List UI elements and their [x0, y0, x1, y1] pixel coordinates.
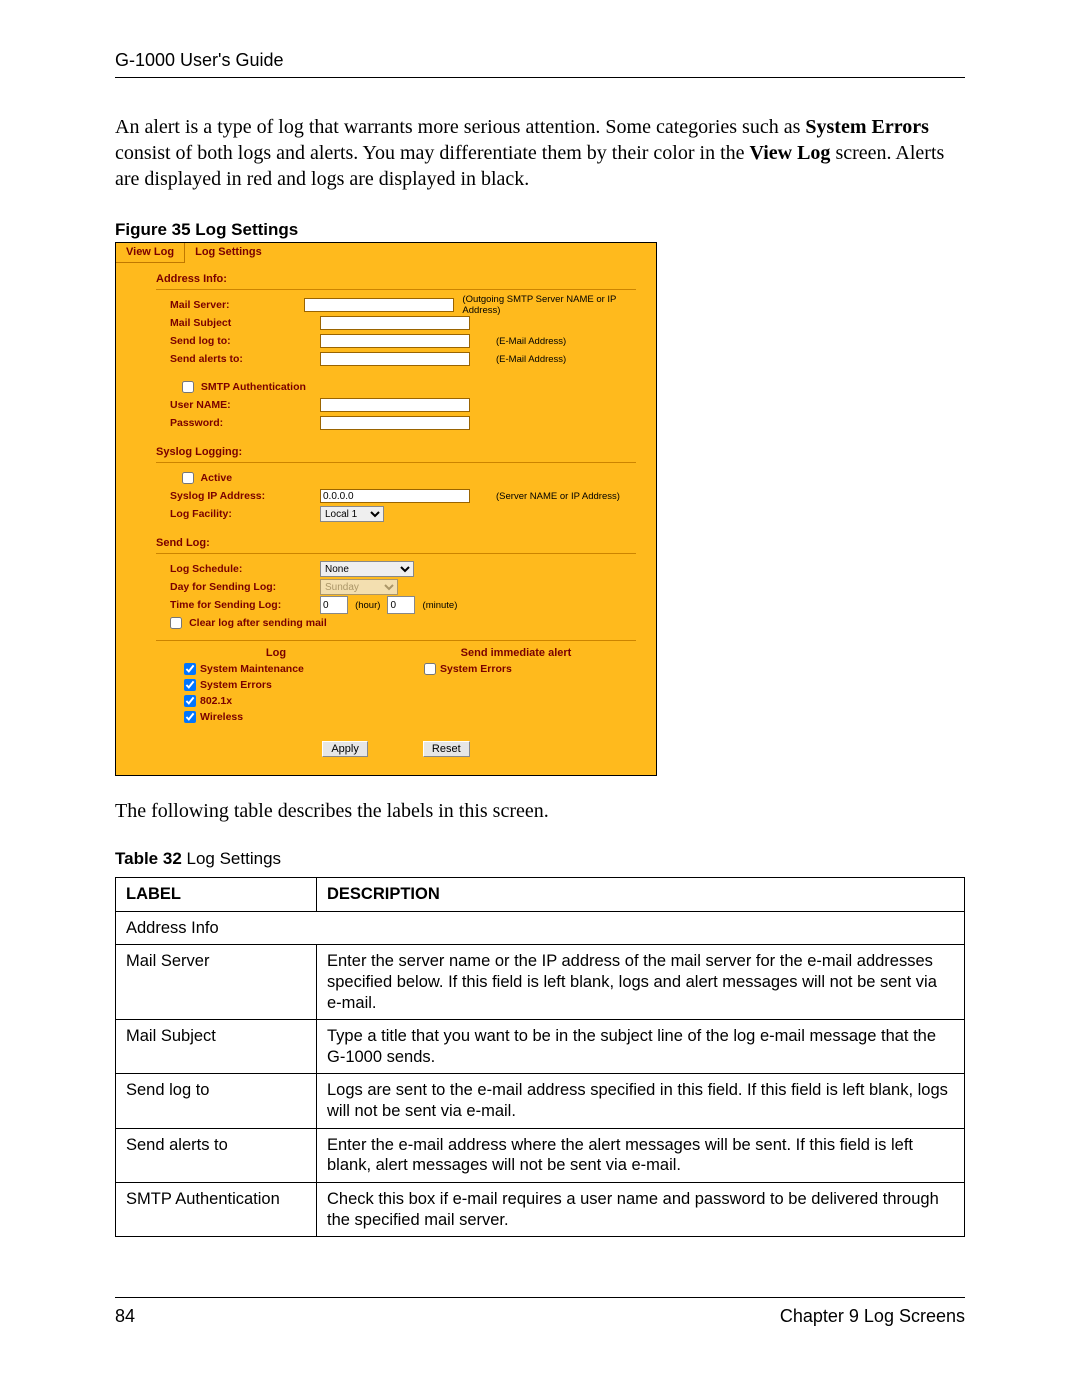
time-hour-input[interactable] [320, 596, 348, 614]
log-facility-select[interactable]: Local 1 [320, 506, 384, 522]
log-sys-maint-checkbox[interactable] [184, 663, 196, 675]
table-caption-rest: Log Settings [182, 849, 281, 868]
password-input[interactable] [320, 416, 470, 430]
intro-bold-2: View Log [750, 142, 831, 164]
send-log-to-input[interactable] [320, 334, 470, 348]
label-hour: (hour) [351, 600, 384, 611]
hint-syslog-ip: (Server NAME or IP Address) [490, 491, 620, 502]
table-caption-bold: Table 32 [115, 849, 182, 868]
label-mail-subject: Mail Subject [156, 317, 320, 329]
label-smtp-auth: SMTP Authentication [201, 381, 306, 393]
section-address-info: Address Info: [156, 269, 636, 287]
page-number: 84 [115, 1306, 135, 1327]
label-send-log-to: Send log to: [156, 335, 320, 347]
label-log-sys-maint: System Maintenance [200, 663, 304, 675]
reset-button[interactable]: Reset [423, 741, 470, 757]
column-log-title: Log [156, 647, 396, 659]
chapter-label: Chapter 9 Log Screens [780, 1306, 965, 1327]
page-header: G-1000 User's Guide [115, 50, 965, 78]
figure-caption: Figure 35 Log Settings [115, 220, 965, 240]
active-checkbox[interactable] [182, 472, 194, 484]
label-send-alerts-to: Send alerts to: [156, 353, 320, 365]
tab-view-log[interactable]: View Log [116, 243, 185, 263]
hint-mail-server: (Outgoing SMTP Server NAME or IP Address… [456, 294, 636, 316]
after-figure-text: The following table describes the labels… [115, 800, 965, 823]
table-row: Address Info [116, 911, 965, 945]
log-settings-table: LABEL DESCRIPTION Address Info Mail Serv… [115, 877, 965, 1237]
label-log-facility: Log Facility: [156, 508, 320, 520]
table-row: Send alerts to [116, 1128, 317, 1182]
alert-sys-err-checkbox[interactable] [424, 663, 436, 675]
label-clear-log: Clear log after sending mail [189, 617, 327, 629]
time-minute-input[interactable] [387, 596, 415, 614]
label-time-sending: Time for Sending Log: [156, 599, 320, 611]
hint-send-log: (E-Mail Address) [490, 336, 566, 347]
log-8021x-checkbox[interactable] [184, 695, 196, 707]
table-header-desc: DESCRIPTION [317, 878, 965, 912]
table-caption: Table 32 Log Settings [115, 849, 965, 869]
label-log-8021x: 802.1x [200, 695, 232, 707]
label-log-sys-err: System Errors [200, 679, 272, 691]
table-header-label: LABEL [116, 878, 317, 912]
table-cell: Type a title that you want to be in the … [317, 1020, 965, 1074]
label-syslog-ip: Syslog IP Address: [156, 490, 320, 502]
table-row: Mail Subject [116, 1020, 317, 1074]
label-day-sending: Day for Sending Log: [156, 581, 320, 593]
label-password: Password: [156, 417, 320, 429]
label-minute: (minute) [419, 600, 462, 611]
apply-button[interactable]: Apply [322, 741, 368, 757]
smtp-auth-checkbox[interactable] [182, 381, 194, 393]
label-log-schedule: Log Schedule: [156, 563, 320, 575]
table-cell: Logs are sent to the e-mail address spec… [317, 1074, 965, 1128]
section-send-log: Send Log: [156, 533, 636, 551]
log-schedule-select[interactable]: None [320, 561, 414, 577]
hint-send-alerts: (E-Mail Address) [490, 354, 566, 365]
log-settings-screenshot: View Log Log Settings Address Info: Mail… [115, 242, 657, 776]
table-row: Send log to [116, 1074, 317, 1128]
send-alerts-to-input[interactable] [320, 352, 470, 366]
column-alert-title: Send immediate alert [396, 647, 636, 659]
table-row: SMTP Authentication [116, 1182, 317, 1236]
table-cell: Check this box if e-mail requires a user… [317, 1182, 965, 1236]
section-syslog: Syslog Logging: [156, 442, 636, 460]
intro-text-1: An alert is a type of log that warrants … [115, 116, 805, 138]
intro-bold-1: System Errors [805, 116, 929, 138]
table-row: Mail Server [116, 945, 317, 1020]
label-active: Active [201, 472, 233, 484]
tab-log-settings[interactable]: Log Settings [185, 243, 272, 263]
table-cell: Enter the server name or the IP address … [317, 945, 965, 1020]
day-sending-select[interactable]: Sunday [320, 579, 398, 595]
intro-paragraph: An alert is a type of log that warrants … [115, 114, 965, 192]
log-wireless-checkbox[interactable] [184, 711, 196, 723]
intro-text-2: consist of both logs and alerts. You may… [115, 142, 750, 164]
label-alert-sys-err: System Errors [440, 663, 512, 675]
table-cell: Enter the e-mail address where the alert… [317, 1128, 965, 1182]
label-mail-server: Mail Server: [156, 299, 304, 311]
mail-server-input[interactable] [304, 298, 454, 312]
user-name-input[interactable] [320, 398, 470, 412]
syslog-ip-input[interactable] [320, 489, 470, 503]
clear-log-checkbox[interactable] [170, 617, 182, 629]
mail-subject-input[interactable] [320, 316, 470, 330]
log-sys-err-checkbox[interactable] [184, 679, 196, 691]
label-user-name: User NAME: [156, 399, 320, 411]
label-log-wireless: Wireless [200, 711, 243, 723]
